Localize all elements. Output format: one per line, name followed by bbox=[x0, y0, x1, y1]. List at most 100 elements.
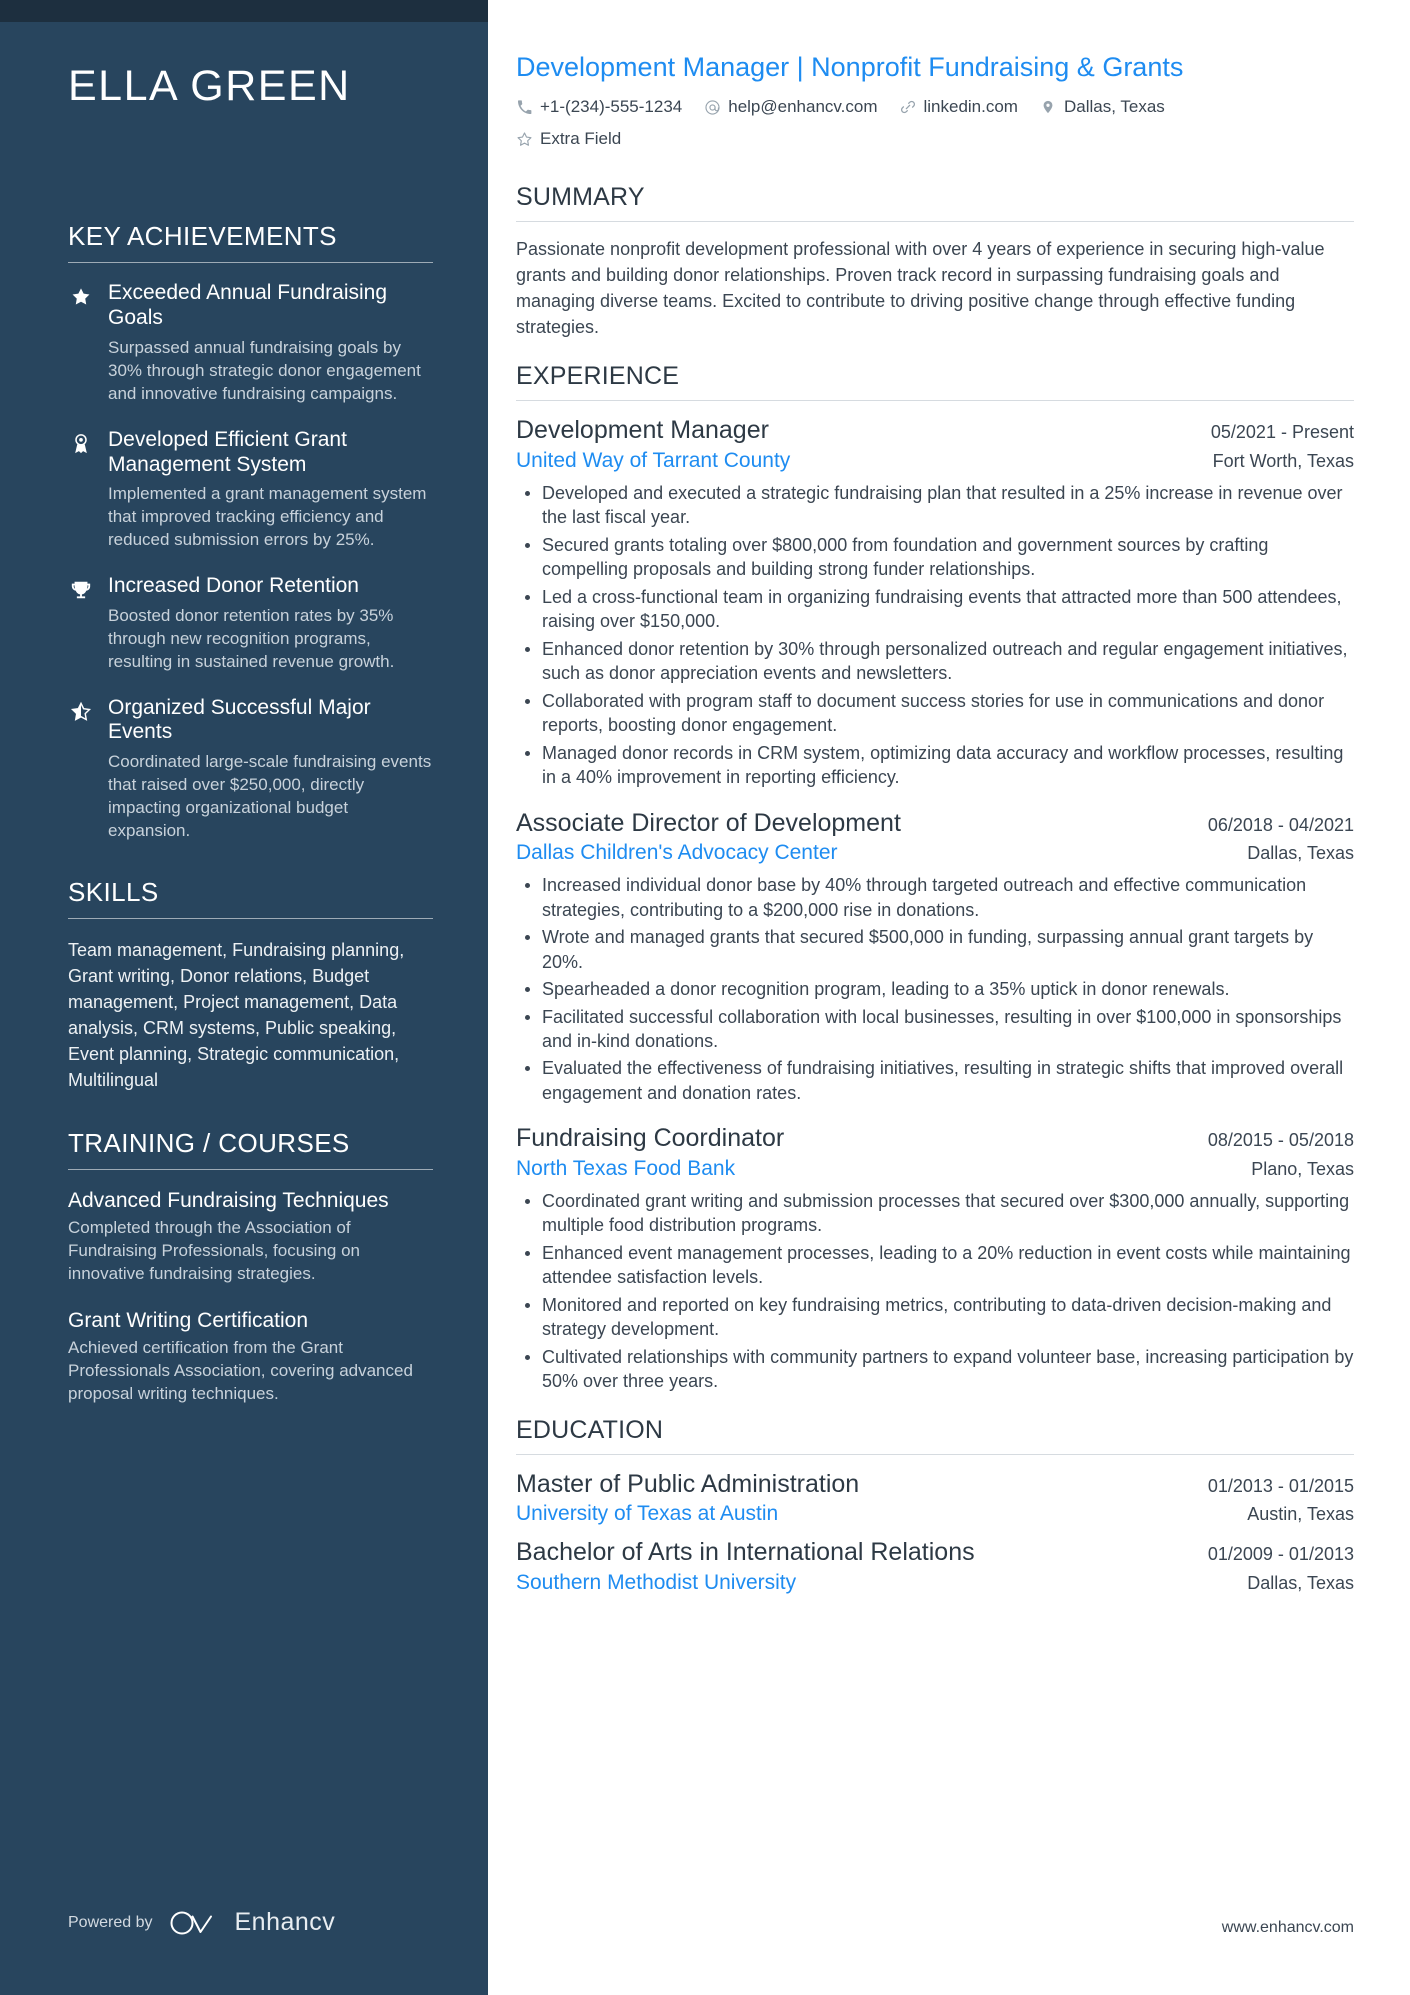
course-item: Grant Writing Certification Achieved cer… bbox=[68, 1308, 433, 1406]
divider bbox=[516, 221, 1354, 223]
experience-heading: EXPERIENCE bbox=[516, 362, 680, 391]
contact-phone-text: +1-(234)-555-1234 bbox=[540, 97, 683, 117]
experience-date: 06/2018 - 04/2021 bbox=[1207, 814, 1354, 835]
powered-by-label: Powered by bbox=[68, 1913, 153, 1931]
bullet: Evaluated the effectiveness of fundraisi… bbox=[516, 1056, 1354, 1105]
divider bbox=[516, 1453, 1354, 1455]
achievement-description: Implemented a grant management system th… bbox=[108, 484, 427, 550]
location-pin-icon bbox=[1040, 99, 1057, 116]
experience-entry: Fundraising Coordinator 08/2015 - 05/201… bbox=[516, 1123, 1354, 1393]
sidebar: ELLA GREEN KEY ACHIEVEMENTS Exceeded Ann… bbox=[0, 0, 488, 1995]
course-description: Achieved certification from the Grant Pr… bbox=[68, 1337, 413, 1403]
trophy-icon bbox=[68, 574, 94, 674]
section-training-courses: TRAINING / COURSES Advanced Fundraising … bbox=[68, 1128, 433, 1406]
achievement-item: Exceeded Annual Fundraising Goals Surpas… bbox=[68, 281, 433, 405]
star-half-icon bbox=[68, 696, 94, 843]
contact-phone[interactable]: +1-(234)-555-1234 bbox=[516, 97, 682, 117]
summary-text: Passionate nonprofit development profess… bbox=[516, 239, 1325, 338]
section-skills: SKILLS Team management, Fundraising plan… bbox=[68, 877, 433, 1094]
education-date: 01/2013 - 01/2015 bbox=[1207, 1475, 1354, 1496]
bullet: Managed donor records in CRM system, opt… bbox=[516, 741, 1354, 790]
contact-extra-field[interactable]: Extra Field bbox=[516, 129, 621, 149]
star-outline-icon bbox=[516, 131, 533, 148]
experience-role: Development Manager bbox=[516, 416, 769, 445]
experience-location: Fort Worth, Texas bbox=[1212, 450, 1354, 471]
education-school[interactable]: Southern Methodist University bbox=[516, 1569, 796, 1596]
experience-organization[interactable]: Dallas Children's Advocacy Center bbox=[516, 839, 838, 866]
section-summary: SUMMARY Passionate nonprofit development… bbox=[516, 183, 1354, 340]
course-title: Advanced Fundraising Techniques bbox=[68, 1188, 389, 1212]
achievement-title: Increased Donor Retention bbox=[108, 574, 359, 598]
course-item: Advanced Fundraising Techniques Complete… bbox=[68, 1188, 433, 1286]
phone-icon bbox=[516, 99, 533, 116]
contact-email-text: help@enhancv.com bbox=[728, 97, 878, 117]
sidebar-top-strip bbox=[0, 0, 488, 22]
enhancv-mark-icon bbox=[170, 1911, 212, 1934]
achievement-item: Organized Successful Major Events Coordi… bbox=[68, 696, 433, 843]
education-location: Austin, Texas bbox=[1247, 1503, 1354, 1524]
achievement-title: Exceeded Annual Fundraising Goals bbox=[108, 281, 388, 330]
contact-linkedin[interactable]: linkedin.com bbox=[899, 97, 1018, 117]
training-courses-heading: TRAINING / COURSES bbox=[68, 1127, 350, 1158]
bullet: Enhanced donor retention by 30% through … bbox=[516, 637, 1354, 686]
footer-website-url[interactable]: www.enhancv.com bbox=[1222, 1919, 1354, 1937]
sidebar-footer: Powered by Enhancv bbox=[68, 1908, 335, 1937]
contact-extra-field-text: Extra Field bbox=[540, 129, 622, 149]
course-description: Completed through the Association of Fun… bbox=[68, 1217, 360, 1283]
headline-title: Development Manager | Nonprofit Fundrais… bbox=[516, 52, 1184, 82]
divider bbox=[68, 262, 433, 264]
main-content: Development Manager | Nonprofit Fundrais… bbox=[488, 0, 1410, 1995]
bullet: Facilitated successful collaboration wit… bbox=[516, 1005, 1354, 1054]
experience-bullets: Developed and executed a strategic fundr… bbox=[516, 481, 1354, 790]
bullet: Cultivated relationships with community … bbox=[516, 1345, 1354, 1394]
experience-organization[interactable]: United Way of Tarrant County bbox=[516, 447, 790, 474]
experience-bullets: Coordinated grant writing and submission… bbox=[516, 1189, 1354, 1394]
experience-date: 05/2021 - Present bbox=[1210, 422, 1354, 443]
at-email-icon bbox=[704, 99, 721, 116]
experience-entry: Associate Director of Development 06/201… bbox=[516, 808, 1354, 1106]
contact-location-text: Dallas, Texas bbox=[1063, 97, 1165, 117]
divider bbox=[68, 1168, 433, 1170]
bullet: Increased individual donor base by 40% t… bbox=[516, 873, 1354, 922]
summary-heading: SUMMARY bbox=[516, 183, 645, 212]
link-icon bbox=[899, 99, 916, 116]
experience-location: Dallas, Texas bbox=[1247, 842, 1354, 863]
course-title: Grant Writing Certification bbox=[68, 1308, 309, 1332]
education-degree: Bachelor of Arts in International Relati… bbox=[516, 1538, 975, 1567]
divider bbox=[68, 917, 433, 919]
achievement-title: Developed Efficient Grant Management Sys… bbox=[108, 427, 347, 476]
section-education: EDUCATION Master of Public Administratio… bbox=[516, 1416, 1354, 1596]
award-rosette-icon bbox=[68, 428, 94, 552]
bullet: Wrote and managed grants that secured $5… bbox=[516, 925, 1354, 974]
key-achievements-heading: KEY ACHIEVEMENTS bbox=[68, 221, 337, 252]
divider bbox=[516, 400, 1354, 402]
bullet: Monitored and reported on key fundraisin… bbox=[516, 1293, 1354, 1342]
education-school[interactable]: University of Texas at Austin bbox=[516, 1500, 778, 1527]
education-entry: Bachelor of Arts in International Relati… bbox=[516, 1537, 1354, 1596]
education-heading: EDUCATION bbox=[516, 1415, 664, 1444]
contact-email[interactable]: help@enhancv.com bbox=[704, 97, 877, 117]
achievement-description: Coordinated large-scale fundraising even… bbox=[108, 752, 432, 841]
achievement-item: Increased Donor Retention Boosted donor … bbox=[68, 574, 433, 674]
experience-role: Fundraising Coordinator bbox=[516, 1124, 785, 1153]
education-location: Dallas, Texas bbox=[1247, 1572, 1354, 1593]
contact-linkedin-text: linkedin.com bbox=[923, 97, 1018, 117]
education-degree: Master of Public Administration bbox=[516, 1469, 860, 1498]
section-experience: EXPERIENCE Development Manager 05/2021 -… bbox=[516, 362, 1354, 1393]
bullet: Spearheaded a donor recognition program,… bbox=[516, 977, 1354, 1001]
experience-organization[interactable]: North Texas Food Bank bbox=[516, 1155, 735, 1182]
bullet: Enhanced event management processes, lea… bbox=[516, 1241, 1354, 1290]
bullet: Coordinated grant writing and submission… bbox=[516, 1189, 1354, 1238]
education-entry: Master of Public Administration 01/2013 … bbox=[516, 1469, 1354, 1528]
resume-page: ELLA GREEN KEY ACHIEVEMENTS Exceeded Ann… bbox=[0, 0, 1410, 1995]
candidate-name: ELLA GREEN bbox=[68, 62, 351, 110]
section-key-achievements: KEY ACHIEVEMENTS Exceeded Annual Fundrai… bbox=[68, 221, 433, 843]
experience-date: 08/2015 - 05/2018 bbox=[1207, 1130, 1354, 1151]
contact-location[interactable]: Dallas, Texas bbox=[1040, 97, 1165, 117]
contact-row: +1-(234)-555-1234 help@enhancv.com linke… bbox=[516, 97, 1354, 149]
skills-list: Team management, Fundraising planning, G… bbox=[68, 939, 405, 1091]
bullet: Developed and executed a strategic fundr… bbox=[516, 481, 1354, 530]
enhancv-logo: Enhancv bbox=[169, 1908, 336, 1937]
experience-location: Plano, Texas bbox=[1251, 1158, 1354, 1179]
achievement-description: Boosted donor retention rates by 35% thr… bbox=[108, 605, 395, 671]
